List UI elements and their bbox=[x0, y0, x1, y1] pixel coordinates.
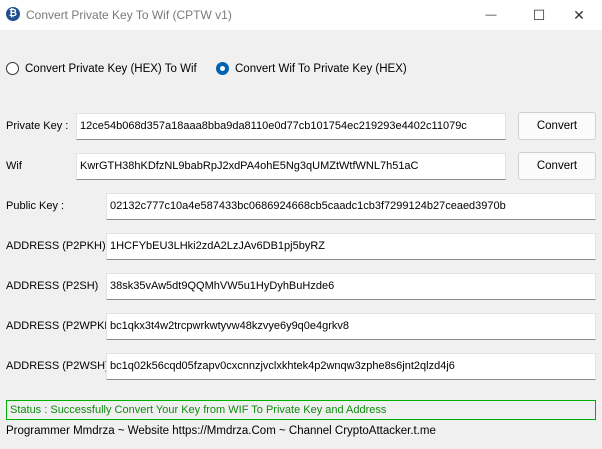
wif-field[interactable]: KwrGTH38hKDfzNL9babRpJ2xdPA4ohE5Ng3qUMZt… bbox=[76, 153, 506, 180]
p2sh-field[interactable]: 38sk35vAw5dt9QQMhVW5u1HyDyhBuHzde6 bbox=[106, 273, 596, 300]
radio-hex-to-wif[interactable]: Convert Private Key (HEX) To Wif bbox=[6, 62, 197, 75]
close-button[interactable]: ✕ bbox=[556, 0, 602, 30]
convert-wif-button[interactable]: Convert bbox=[518, 152, 596, 180]
p2wsh-field[interactable]: bc1q02k56cqd05fzapv0cxcnnzjvclxkhtek4p2w… bbox=[106, 353, 596, 380]
convert-private-key-button[interactable]: Convert bbox=[518, 112, 596, 140]
footer-credits: Programmer Mmdrza ~ Website https://Mmdr… bbox=[6, 425, 436, 437]
radio-label-hex-to-wif: Convert Private Key (HEX) To Wif bbox=[25, 62, 197, 75]
maximize-icon: ☐ bbox=[532, 6, 546, 23]
radio-label-wif-to-hex: Convert Wif To Private Key (HEX) bbox=[235, 62, 407, 75]
public-key-field[interactable]: 02132c777c10a4e587433bc0686924668cb5caad… bbox=[106, 193, 596, 220]
p2pkh-field[interactable]: 1HCFYbEU3LHki2zdA2LzJAv6DB1pj5byRZ bbox=[106, 233, 596, 260]
p2sh-label: ADDRESS (P2SH) bbox=[6, 280, 99, 292]
status-bar: Status : Successfully Convert Your Key f… bbox=[6, 400, 596, 420]
private-key-label: Private Key : bbox=[6, 120, 69, 132]
p2wpkh-label: ADDRESS (P2WPKH) bbox=[6, 320, 117, 332]
window-title: Convert Private Key To Wif (CPTW v1) bbox=[26, 8, 232, 22]
app-icon: ₿ bbox=[6, 7, 20, 21]
minimize-icon: — bbox=[485, 9, 497, 21]
p2wpkh-field[interactable]: bc1qkx3t4w2trcpwrkwtyvw48kzvye6y9q0e4grk… bbox=[106, 313, 596, 340]
public-key-label: Public Key : bbox=[6, 200, 65, 212]
wif-label: Wif bbox=[6, 160, 22, 172]
title-bar: ₿ Convert Private Key To Wif (CPTW v1) —… bbox=[0, 0, 602, 30]
radio-indicator-hex-to-wif[interactable] bbox=[6, 62, 19, 75]
p2wsh-label: ADDRESS (P2WSH) bbox=[6, 360, 109, 372]
close-icon: ✕ bbox=[573, 6, 585, 23]
radio-wif-to-hex[interactable]: Convert Wif To Private Key (HEX) bbox=[216, 62, 407, 75]
radio-indicator-wif-to-hex[interactable] bbox=[216, 62, 229, 75]
private-key-field[interactable]: 12ce54b068d357a18aaa8bba9da8110e0d77cb10… bbox=[76, 113, 506, 140]
p2pkh-label: ADDRESS (P2PKH) bbox=[6, 240, 106, 252]
minimize-button[interactable]: — bbox=[468, 0, 514, 30]
